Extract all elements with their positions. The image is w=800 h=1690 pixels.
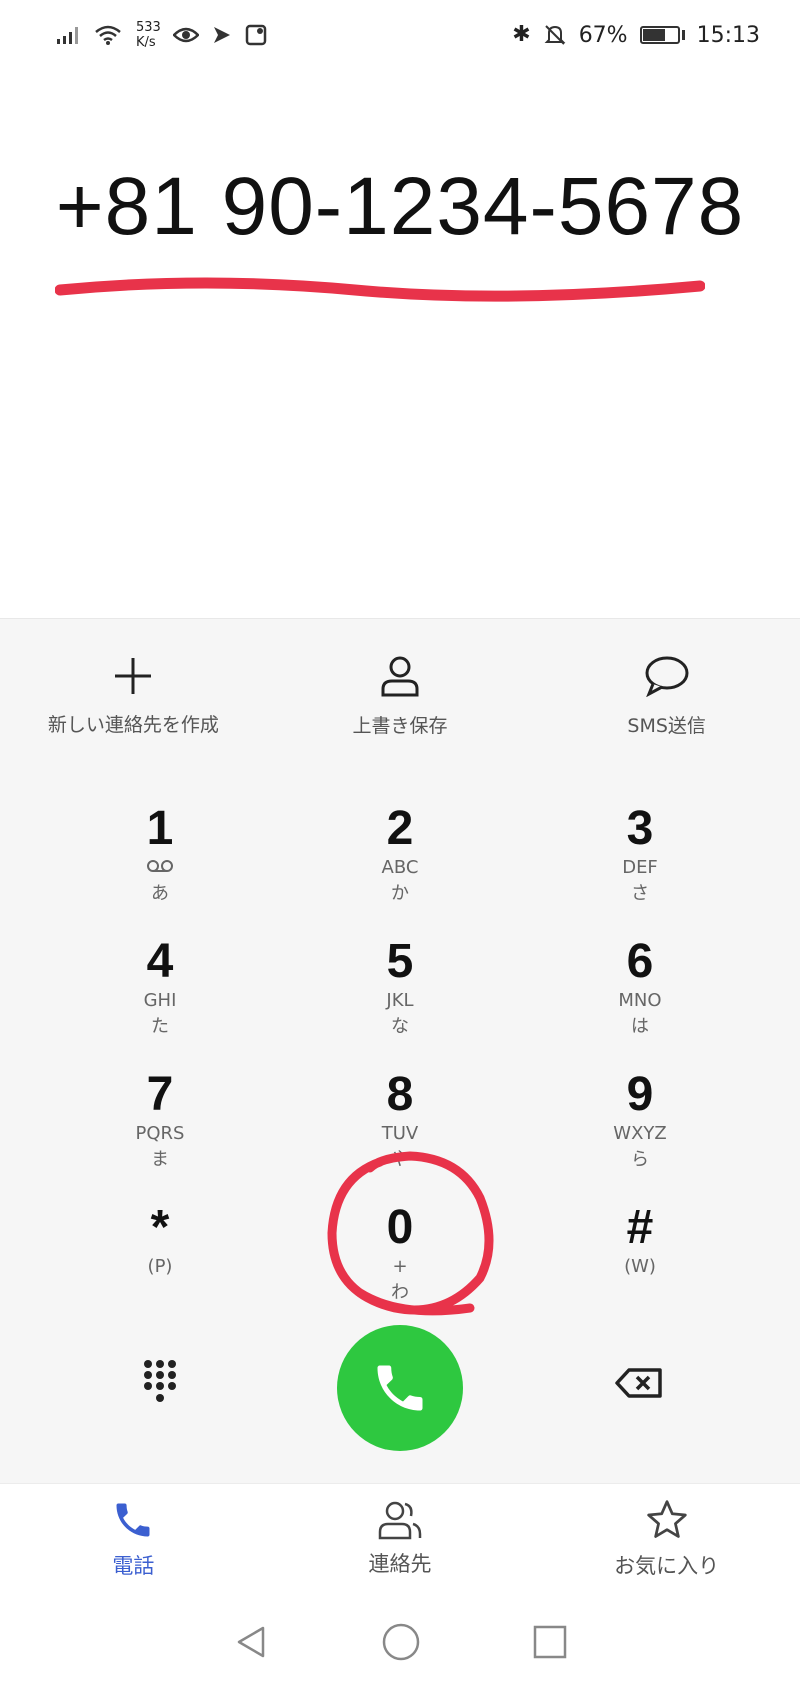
save-to-existing-label: 上書き保存 [352, 715, 448, 737]
key-kana: か [391, 883, 409, 904]
dialed-number[interactable]: +81 90-1234-5678 [0, 160, 800, 254]
phone-icon [116, 1503, 150, 1537]
home-icon[interactable] [381, 1622, 421, 1662]
chat-bubble-icon [645, 656, 689, 697]
key-letters: ABC [381, 857, 419, 878]
backspace-icon [615, 1368, 662, 1398]
save-to-existing-button[interactable]: 上書き保存 [267, 619, 534, 774]
bluetooth-icon: ✱ [512, 22, 531, 47]
key-hash[interactable]: # (W) [520, 1202, 760, 1280]
contacts-icon [378, 1501, 422, 1540]
create-contact-button[interactable]: 新しい連絡先を作成 [0, 619, 267, 774]
network-speed: 533 K/s [136, 20, 161, 50]
bottom-nav: 電話 連絡先 お気に入り [0, 1483, 800, 1594]
key-digit: 1 [146, 802, 174, 855]
send-sms-button[interactable]: SMS送信 [533, 619, 800, 774]
key-5[interactable]: 5 JKL な [280, 936, 520, 1040]
key-kana: た [151, 1016, 169, 1037]
key-digit: 7 [146, 1068, 174, 1121]
status-right: ✱ 67% 15:13 [512, 23, 760, 48]
send-sms-label: SMS送信 [627, 715, 706, 737]
dialpad-toggle-button[interactable] [140, 1358, 180, 1412]
tab-favorites[interactable]: お気に入り [533, 1484, 800, 1594]
tab-phone-label: 電話 [112, 1554, 155, 1578]
battery-icon [639, 26, 680, 44]
key-kana: さ [631, 883, 649, 904]
key-4[interactable]: 4 GHI た [40, 936, 280, 1040]
red-circle-annotation [327, 1151, 494, 1316]
key-1[interactable]: 1 あ [40, 803, 280, 907]
key-kana: あ [151, 883, 169, 904]
tab-favorites-label: お気に入り [614, 1554, 720, 1578]
key-3[interactable]: 3 DEF さ [520, 803, 760, 907]
key-letters: (P) [147, 1256, 173, 1277]
bell-off-icon [544, 25, 566, 45]
key-9[interactable]: 9 WXYZ ら [520, 1069, 760, 1173]
key-digit: 8 [386, 1068, 414, 1121]
key-7[interactable]: 7 PQRS ま [40, 1069, 280, 1173]
voicemail-icon [40, 855, 280, 881]
key-digit: 6 [626, 935, 654, 988]
tab-contacts[interactable]: 連絡先 [267, 1484, 534, 1594]
call-button[interactable] [337, 1325, 463, 1451]
system-nav-bar [0, 1593, 800, 1690]
navigation-app-icon [213, 27, 230, 43]
key-digit: 4 [146, 935, 174, 988]
recents-icon[interactable] [533, 1625, 567, 1659]
key-letters: TUV [381, 1123, 419, 1144]
key-kana: な [391, 1016, 409, 1037]
star-icon [646, 1500, 687, 1538]
speed-value: 533 [136, 20, 161, 35]
tab-contacts-label: 連絡先 [368, 1552, 432, 1576]
key-kana: は [631, 1016, 649, 1037]
plus-icon [115, 658, 152, 694]
maps-icon [245, 24, 267, 46]
eye-icon [172, 27, 199, 43]
key-letters: PQRS [135, 1123, 185, 1144]
battery-percent: 67% [578, 22, 628, 48]
red-underline-annotation [55, 277, 705, 302]
create-contact-label: 新しい連絡先を作成 [47, 714, 219, 736]
wifi-icon [95, 25, 121, 45]
key-letters: JKL [386, 990, 414, 1011]
key-letters: DEF [622, 857, 658, 878]
key-digit: 9 [626, 1068, 654, 1121]
key-digit: # [626, 1201, 654, 1254]
speed-unit: K/s [136, 35, 156, 50]
key-digit: * [150, 1201, 170, 1254]
status-bar: 533 K/s ✱ 67% 15:13 [0, 0, 800, 70]
backspace-button[interactable] [615, 1368, 663, 1402]
clock: 15:13 [696, 22, 760, 48]
key-letters: (W) [624, 1256, 656, 1277]
back-icon[interactable] [233, 1624, 269, 1660]
key-digit: 2 [386, 802, 414, 855]
key-digit: 3 [626, 802, 654, 855]
key-letters: WXYZ [613, 1123, 667, 1144]
key-2[interactable]: 2 ABC か [280, 803, 520, 907]
signal-icon [57, 27, 78, 44]
status-left: 533 K/s [56, 20, 267, 50]
key-6[interactable]: 6 MNO は [520, 936, 760, 1040]
keypad: 1 あ 2 ABC か 3 DEF さ 4 GHI た 5 JKL な 6 MN… [0, 773, 800, 1483]
key-star[interactable]: * (P) [40, 1202, 280, 1280]
key-digit: 5 [386, 935, 414, 988]
person-icon [381, 656, 419, 697]
key-letters: GHI [143, 990, 177, 1011]
key-kana: ら [631, 1149, 649, 1170]
phone-icon [377, 1365, 423, 1411]
action-bar: 新しい連絡先を作成 上書き保存 SMS送信 [0, 618, 800, 775]
key-letters: MNO [618, 990, 662, 1011]
key-kana: ま [151, 1149, 169, 1170]
tab-phone[interactable]: 電話 [0, 1484, 267, 1594]
dialpad-icon [144, 1360, 176, 1402]
